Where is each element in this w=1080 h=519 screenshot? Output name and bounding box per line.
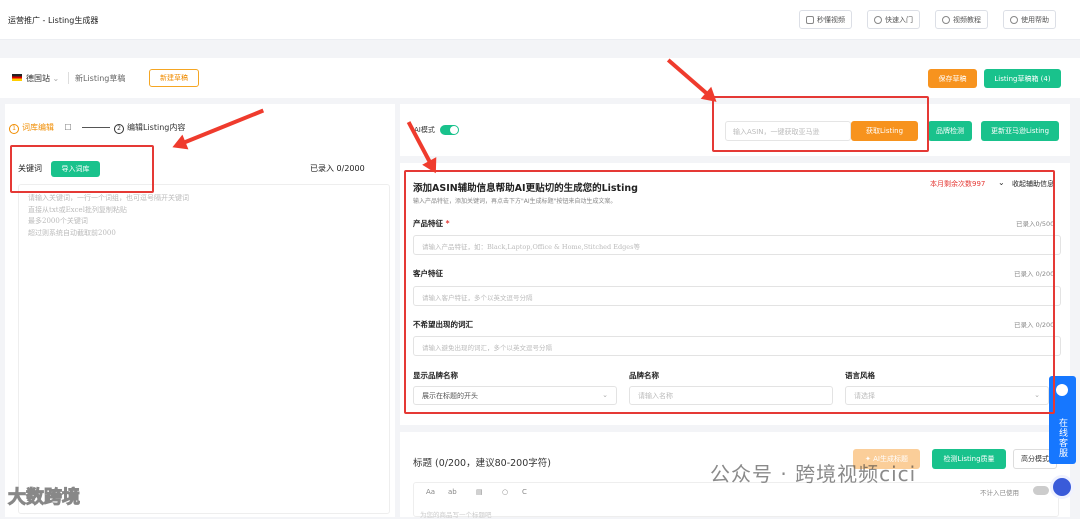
- placeholder-line: 最多2000个关键词: [28, 217, 88, 225]
- quick-video-button[interactable]: 秒懂视频: [799, 10, 852, 29]
- new-draft-button[interactable]: 新建草稿: [149, 69, 199, 87]
- play-icon: [942, 15, 950, 24]
- update-amazon-button[interactable]: 更新亚马逊Listing: [981, 121, 1059, 141]
- copy-icon[interactable]: ▤: [476, 488, 483, 496]
- quick-start-label: 快速入门: [885, 15, 913, 24]
- title-editor[interactable]: [413, 482, 1059, 517]
- play-icon: [874, 15, 882, 24]
- title-label: 标题 (0/200，建议80-200字符): [413, 458, 551, 469]
- wechat-watermark: 公众号 · 跨境视频cici: [710, 462, 917, 486]
- germany-flag-icon: [12, 74, 22, 81]
- annotation-box-asin: [712, 96, 929, 152]
- keywords-count: 已录入 0/2000: [310, 164, 365, 173]
- check-quality-button[interactable]: 检测Listing质量: [932, 449, 1006, 469]
- not-counted-toggle[interactable]: [1033, 486, 1049, 495]
- placeholder-line: 请输入关键词，一行一个词组，也可逗号隔开关键词: [28, 194, 189, 202]
- step-2[interactable]: 2 编辑Listing内容: [114, 122, 185, 134]
- chat-icon: [1056, 384, 1068, 396]
- video-tutorial-button[interactable]: 视频教程: [935, 10, 988, 29]
- annotation-box-import: [10, 145, 154, 193]
- brand-watermark: 大数跨境: [8, 487, 81, 509]
- step-connector: [82, 127, 110, 128]
- draft-box-button[interactable]: Listing草稿箱 (4): [984, 69, 1061, 88]
- step-2-number: 2: [114, 124, 124, 134]
- draft-name: 新Listing草稿: [75, 74, 126, 83]
- brand-check-button[interactable]: 品牌检测: [928, 121, 972, 141]
- step-1[interactable]: 1 词库编辑 ☐: [9, 122, 72, 134]
- help-icon: [1010, 15, 1018, 24]
- video-tutorial-label: 视频教程: [953, 15, 981, 24]
- quick-start-button[interactable]: 快速入门: [867, 10, 920, 29]
- edit-icon: ☐: [64, 123, 72, 132]
- help-label: 使用帮助: [1021, 15, 1049, 24]
- assistant-avatar[interactable]: [1050, 475, 1074, 499]
- title-placeholder: 为您的商品写一个标题吧: [420, 511, 492, 519]
- annotation-box-assist: [404, 170, 1055, 414]
- save-draft-button[interactable]: 保存草稿: [928, 69, 977, 88]
- quick-video-label: 秒懂视频: [817, 15, 845, 24]
- video-icon: [806, 15, 814, 24]
- step-1-label: 词库编辑: [22, 123, 54, 132]
- step-1-number: 1: [9, 124, 19, 134]
- step-2-label: 编辑Listing内容: [127, 123, 186, 132]
- site-select[interactable]: 德国站 ⌄: [26, 73, 59, 84]
- chevron-down-icon: ⌄: [52, 74, 60, 83]
- font-case-tool[interactable]: Aa: [426, 488, 435, 496]
- refresh-icon[interactable]: C: [522, 488, 527, 496]
- lowercase-tool[interactable]: ab: [448, 488, 457, 496]
- placeholder-line: 超过则系统自动截取前2000: [28, 228, 116, 237]
- not-counted-label: 不计入已使用: [980, 489, 1019, 497]
- ai-mode-toggle[interactable]: [440, 125, 459, 135]
- divider: [68, 72, 69, 84]
- placeholder-line: 直接从txt或Excel批列复制粘贴: [28, 205, 127, 214]
- keywords-textarea[interactable]: 请输入关键词，一行一个词组，也可逗号隔开关键词 直接从txt或Excel批列复制…: [18, 184, 390, 514]
- help-button[interactable]: 使用帮助: [1003, 10, 1056, 29]
- breadcrumb: 运营推广 - Listing生成器: [8, 16, 99, 25]
- clear-icon[interactable]: ○: [502, 488, 508, 496]
- online-service-label: 在线客服: [1057, 418, 1067, 458]
- site-label: 德国站: [26, 74, 50, 83]
